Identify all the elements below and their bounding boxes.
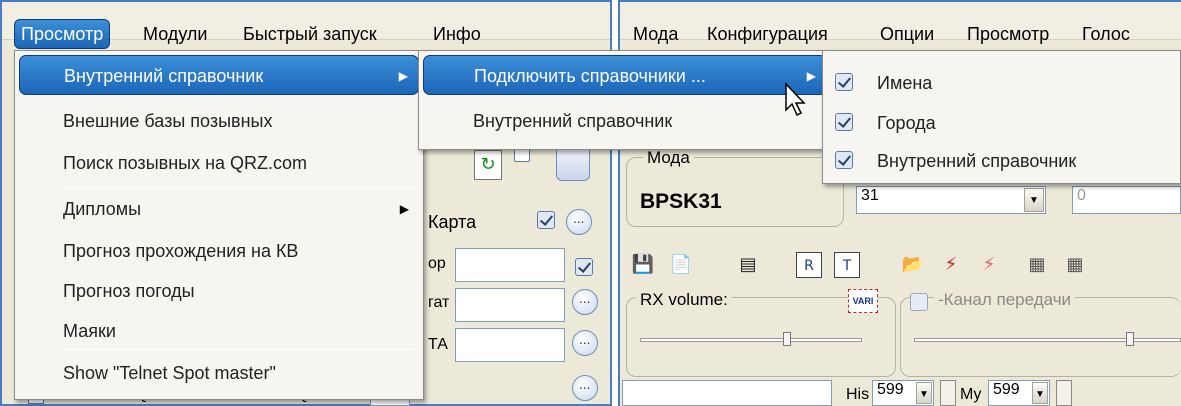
menu-item-internal-directory-sub[interactable]: Внутренний справочник — [423, 101, 827, 141]
menubar-info[interactable]: Инфо — [433, 15, 481, 53]
bottom-input[interactable] — [622, 380, 832, 406]
tx-channel-thumb[interactable] — [1126, 332, 1134, 346]
chevron-down-icon[interactable]: ▼ — [916, 382, 932, 404]
field-label-1: ор — [428, 255, 446, 272]
field-more-button-3[interactable] — [572, 330, 598, 356]
menu-separator — [63, 187, 415, 188]
menu-item-connect-directories[interactable]: Подключить справочники ... ▶ — [423, 55, 827, 95]
mode-combo-2-value: 0 — [1077, 187, 1086, 204]
map-checkbox[interactable] — [537, 211, 555, 229]
menubar-view[interactable]: Просмотр — [14, 19, 111, 49]
map-more-button[interactable] — [566, 209, 592, 235]
menu-separator — [63, 349, 415, 350]
rx-volume-slider[interactable] — [640, 338, 862, 342]
menu-item-internal-directory-check[interactable]: Внутренний справочник — [827, 141, 1176, 181]
internal-directory-submenu: Подключить справочники ... ▶ Внутренний … — [418, 50, 832, 150]
vari-icon[interactable]: VARI — [848, 289, 878, 313]
mouse-cursor-icon — [785, 82, 806, 117]
menu-item-names[interactable]: Имена — [827, 63, 1176, 103]
tx-channel-slider[interactable] — [914, 338, 1181, 342]
mode-group-title: Мода — [643, 148, 694, 168]
field-input-1[interactable] — [455, 248, 565, 282]
save-icon[interactable]: 💾 — [630, 252, 656, 278]
field-label-3: ТА — [428, 336, 448, 353]
rx-volume-label: RX volume: — [636, 290, 732, 310]
menu-item-internal-directory[interactable]: Внутренний справочник ▶ — [19, 55, 419, 95]
menu-item-telnet-spot-master[interactable]: Show "Telnet Spot master" — [19, 353, 419, 393]
my-combo-value: 599 — [993, 381, 1020, 398]
his-combo-value: 599 — [877, 381, 904, 398]
his-label: His — [846, 386, 870, 403]
map-label: Карта — [428, 212, 477, 232]
qso-refresh-icon[interactable]: ↻ — [474, 150, 502, 180]
menu-item-cities[interactable]: Города — [827, 103, 1176, 143]
menubar-view-right[interactable]: Просмотр — [967, 15, 1049, 53]
menu-item-beacons[interactable]: Маяки — [19, 311, 419, 351]
menu-item-external-callbooks[interactable]: Внешние базы позывных — [19, 101, 419, 141]
rx-volume-thumb[interactable] — [783, 332, 791, 346]
my-spin[interactable] — [1056, 380, 1072, 406]
menu-item-qrz-search[interactable]: Поиск позывных на QRZ.com — [19, 143, 419, 183]
menubar-modules[interactable]: Модули — [143, 15, 207, 53]
menubar-voice[interactable]: Голос — [1082, 15, 1130, 53]
mode-combo-2[interactable]: 0 — [1072, 186, 1181, 214]
connect-directories-submenu: Имена Города Внутренний справочник — [822, 50, 1181, 184]
mode-value: BPSK31 — [640, 190, 722, 213]
field-label-2: гат — [428, 294, 450, 311]
wave-red-icon[interactable]: ⚡ — [976, 252, 1002, 278]
field-checkbox-1[interactable] — [575, 258, 593, 276]
view-menu: Внутренний справочник ▶ Внешние базы поз… — [14, 50, 424, 400]
disk-icon[interactable]: ▤ — [735, 252, 761, 278]
device-icon[interactable]: ▦ — [1024, 252, 1050, 278]
r-icon[interactable]: R — [796, 252, 822, 278]
submenu-arrow-icon: ▶ — [399, 202, 409, 216]
tx-channel-label: -Канал передачи — [934, 290, 1076, 310]
device-2-icon[interactable]: ▦ — [1062, 252, 1088, 278]
field-input-2[interactable] — [455, 288, 565, 322]
submenu-arrow-icon: ▶ — [806, 69, 816, 83]
field-more-button-2[interactable] — [572, 289, 598, 315]
menu-item-weather[interactable]: Прогноз погоды — [19, 271, 419, 311]
menu-item-hf-forecast[interactable]: Прогноз прохождения на КВ — [19, 231, 419, 271]
my-label: My — [960, 386, 982, 403]
my-combo[interactable]: 599 ▼ — [988, 380, 1050, 406]
wave-green-icon[interactable]: ⚡ — [938, 252, 964, 278]
submenu-arrow-icon: ▶ — [398, 69, 408, 83]
open-folder-icon[interactable]: 📂 — [900, 252, 926, 278]
menu-item-diplomas[interactable]: Дипломы ▶ — [19, 189, 419, 229]
menubar-configuration[interactable]: Конфигурация — [707, 15, 828, 53]
his-spin[interactable] — [940, 380, 956, 406]
t-icon[interactable]: T — [834, 252, 860, 278]
his-combo[interactable]: 599 ▼ — [872, 380, 934, 406]
chevron-down-icon[interactable]: ▼ — [1024, 188, 1044, 212]
mode-combo[interactable]: 31 ▼ — [856, 186, 1046, 214]
field-more-button-4[interactable] — [572, 375, 598, 401]
chevron-down-icon[interactable]: ▼ — [1032, 382, 1048, 404]
new-icon[interactable]: 📄 — [668, 252, 694, 278]
tx-channel-checkbox[interactable] — [910, 293, 928, 311]
mode-combo-value: 31 — [861, 187, 879, 204]
menubar-quick-launch[interactable]: Быстрый запуск — [243, 15, 377, 53]
field-input-3[interactable] — [455, 328, 565, 362]
menubar-mode[interactable]: Мода — [633, 15, 678, 53]
menubar-options[interactable]: Опции — [880, 15, 934, 53]
